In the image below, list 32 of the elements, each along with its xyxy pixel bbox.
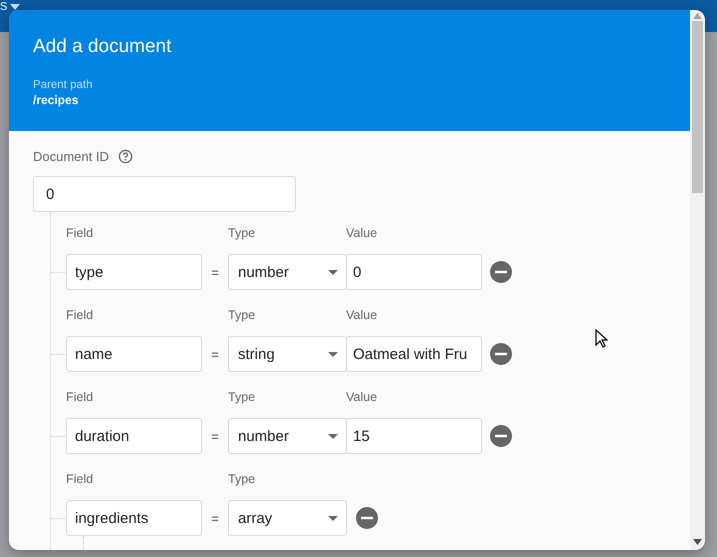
- field-name-input[interactable]: type: [66, 254, 202, 290]
- value-label: Value: [346, 390, 378, 404]
- type-select[interactable]: number: [228, 418, 347, 454]
- value-input[interactable]: 15: [346, 418, 482, 454]
- type-label: Type: [228, 226, 256, 240]
- type-select[interactable]: number: [228, 254, 347, 290]
- field-label: Field: [66, 390, 94, 404]
- document-id-label: Document ID: [33, 148, 109, 164]
- equals-sign: =: [211, 264, 219, 280]
- type-select[interactable]: array: [228, 500, 347, 536]
- type-label: Type: [228, 308, 256, 322]
- type-select[interactable]: string: [228, 336, 347, 372]
- value-label: Value: [346, 226, 378, 240]
- field-name-input[interactable]: duration: [66, 418, 202, 454]
- value-input[interactable]: Oatmeal with Fru: [346, 336, 482, 372]
- parent-path-label: Parent path: [33, 79, 94, 91]
- field-label: Field: [66, 308, 94, 322]
- equals-sign: =: [211, 346, 219, 362]
- field-name-input[interactable]: ingredients: [66, 500, 202, 536]
- value-label: Value: [346, 308, 378, 322]
- type-label: Type: [228, 390, 256, 404]
- equals-sign: =: [211, 428, 219, 444]
- parent-path: /recipes: [33, 93, 80, 107]
- field-name-input[interactable]: name: [66, 336, 202, 372]
- menu-label: s: [0, 0, 8, 14]
- value-input[interactable]: 0: [346, 254, 482, 290]
- field-label: Field: [66, 472, 94, 486]
- type-label: Type: [228, 472, 256, 486]
- equals-sign: =: [211, 510, 219, 526]
- document-id-field[interactable]: 0: [33, 176, 296, 212]
- dialog-title: Add a document: [33, 36, 172, 58]
- field-label: Field: [66, 226, 94, 240]
